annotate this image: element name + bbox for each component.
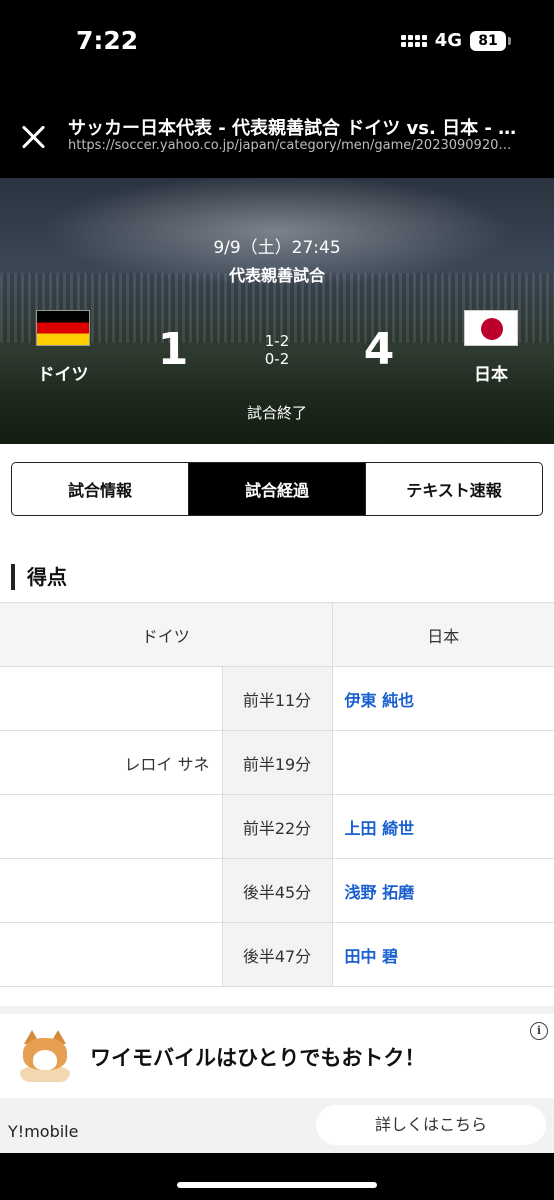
goal-minute: 前半11分	[222, 666, 333, 731]
away-team-header: 日本	[332, 602, 554, 667]
ad-cta-button[interactable]: 詳しくはこちら	[316, 1105, 546, 1145]
home-scorer	[0, 858, 223, 923]
away-scorer-link	[332, 730, 554, 795]
home-scorer	[0, 794, 223, 859]
first-half-score: 1-2	[264, 332, 290, 350]
table-row: 後半45分 浅野 拓磨	[0, 858, 554, 923]
match-tabs: 試合情報 試合経過 テキスト速報	[11, 462, 543, 516]
away-scorer-link[interactable]: 上田 綺世	[332, 794, 554, 859]
home-indicator[interactable]	[177, 1182, 377, 1188]
signal-icon	[400, 34, 427, 47]
home-team-name[interactable]: ドイツ	[20, 360, 106, 385]
ad-banner[interactable]: ワイモバイルはひとりでもおトク！ i	[0, 1014, 554, 1098]
close-icon[interactable]	[20, 124, 46, 150]
network-type: 4G	[434, 30, 462, 51]
home-scorer	[0, 922, 223, 987]
home-scorer: レロイ サネ	[0, 730, 223, 795]
ad-headline: ワイモバイルはひとりでもおトク！	[90, 1046, 426, 1070]
tab-match-info[interactable]: 試合情報	[12, 463, 189, 515]
match-date: 9/9（土）27:45	[213, 238, 341, 258]
status-time: 7:22	[76, 26, 139, 55]
goal-minute: 前半22分	[222, 794, 333, 859]
table-row: 後半47分 田中 碧	[0, 922, 554, 987]
cat-mascot-icon	[16, 1030, 74, 1082]
page-title: サッカー日本代表 - 代表親善試合 ドイツ vs. 日本 - スポーツナビ	[68, 118, 528, 139]
web-content: 9/9（土）27:45 代表親善試合 ドイツ 日本 1 4 1-2 0-2 試合…	[0, 178, 554, 1153]
advertisement[interactable]: ワイモバイルはひとりでもおトク！ i Y!mobile 詳しくはこちら	[0, 1006, 554, 1153]
ad-info-icon[interactable]: i	[530, 1022, 548, 1040]
competition-name: 代表親善試合	[228, 266, 325, 285]
goal-minute: 後半47分	[222, 922, 333, 987]
ad-brand: Y!mobile	[8, 1122, 79, 1141]
home-score: 1	[157, 324, 189, 375]
away-scorer-link[interactable]: 伊東 純也	[332, 666, 554, 731]
goal-minute: 前半19分	[222, 730, 333, 795]
away-score: 4	[363, 324, 395, 375]
home-team-header: ドイツ	[0, 602, 333, 667]
germany-flag-icon	[36, 310, 90, 346]
table-row: 前半22分 上田 綺世	[0, 794, 554, 859]
battery-icon: 81	[470, 30, 511, 51]
table-row: レロイ サネ 前半19分	[0, 730, 554, 795]
status-icons: 4G 81	[400, 30, 511, 51]
tab-match-progress[interactable]: 試合経過	[189, 463, 366, 515]
match-scoreboard: 9/9（土）27:45 代表親善試合 ドイツ 日本 1 4 1-2 0-2 試合…	[0, 178, 554, 444]
goals-table: ドイツ 日本 前半11分 伊東 純也 レロイ サネ 前半19分 前半22分 上田…	[0, 602, 554, 987]
tab-text-live[interactable]: テキスト速報	[366, 463, 542, 515]
away-scorer-link[interactable]: 田中 碧	[332, 922, 554, 987]
home-scorer	[0, 666, 223, 731]
in-app-browser-header: サッカー日本代表 - 代表親善試合 ドイツ vs. 日本 - スポーツナビ ht…	[0, 80, 554, 176]
second-half-score: 0-2	[264, 350, 290, 368]
goals-table-header: ドイツ 日本	[0, 602, 554, 667]
page-url: https://soccer.yahoo.co.jp/japan/categor…	[68, 138, 512, 153]
goals-section-title: 得点	[11, 564, 67, 590]
japan-flag-icon	[464, 310, 518, 346]
status-bar: 7:22 4G 81	[0, 0, 554, 80]
goal-minute: 後半45分	[222, 858, 333, 923]
table-row: 前半11分 伊東 純也	[0, 666, 554, 731]
away-team-name[interactable]: 日本	[450, 360, 532, 385]
away-scorer-link[interactable]: 浅野 拓磨	[332, 858, 554, 923]
match-status: 試合終了	[246, 404, 307, 422]
